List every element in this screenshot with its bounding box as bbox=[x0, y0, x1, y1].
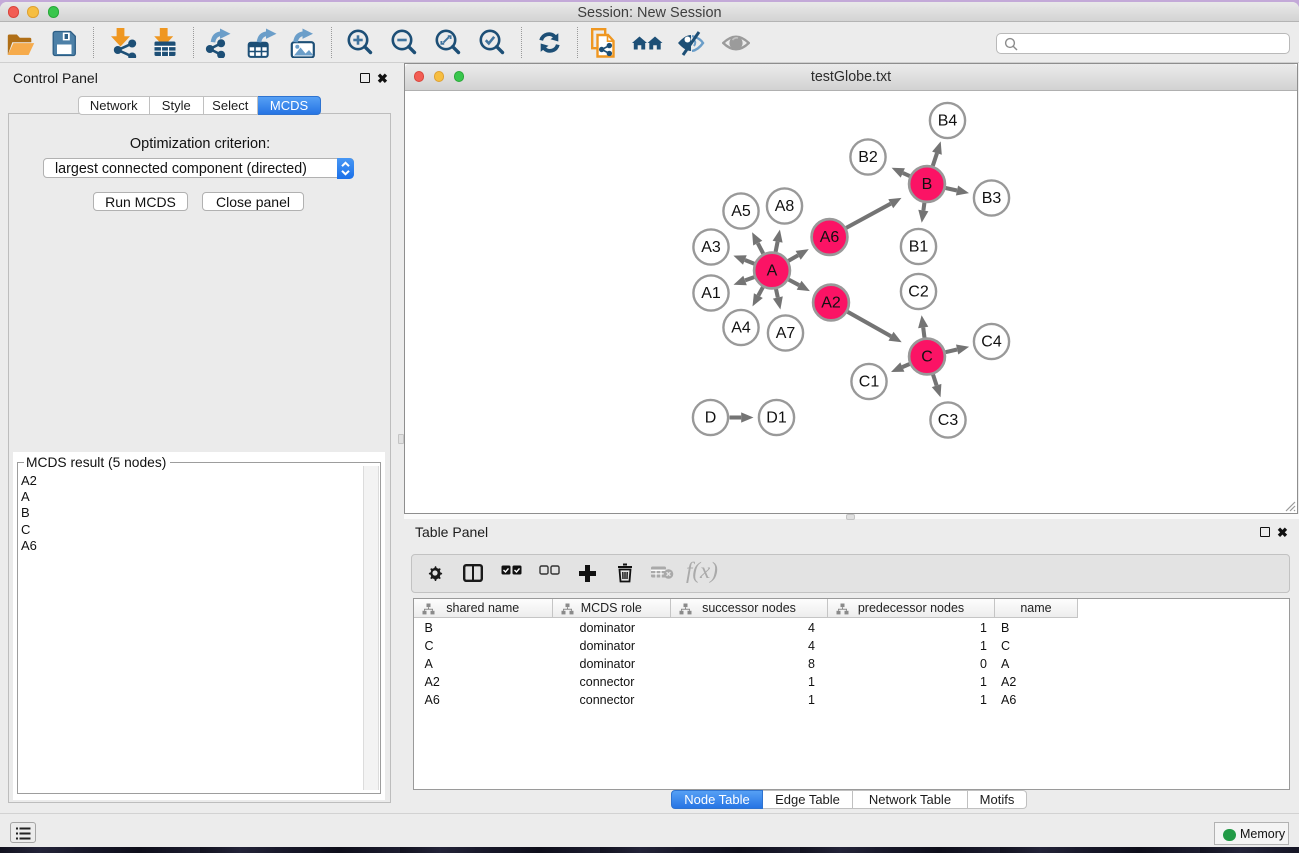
svg-text:B2: B2 bbox=[858, 149, 878, 166]
svg-text:A3: A3 bbox=[701, 239, 721, 256]
svg-text:B3: B3 bbox=[982, 190, 1002, 207]
svg-text:C3: C3 bbox=[938, 412, 959, 429]
svg-text:C: C bbox=[921, 349, 933, 366]
svg-text:B1: B1 bbox=[909, 239, 929, 256]
svg-text:C4: C4 bbox=[981, 334, 1002, 351]
svg-text:A4: A4 bbox=[731, 320, 751, 337]
svg-text:A: A bbox=[767, 263, 778, 280]
svg-text:D1: D1 bbox=[766, 410, 787, 427]
svg-text:A8: A8 bbox=[775, 198, 795, 215]
svg-text:C1: C1 bbox=[859, 374, 880, 391]
svg-text:A5: A5 bbox=[731, 203, 751, 220]
svg-text:B: B bbox=[922, 176, 933, 193]
svg-text:A7: A7 bbox=[776, 325, 796, 342]
svg-text:B4: B4 bbox=[938, 113, 958, 130]
svg-text:C2: C2 bbox=[908, 284, 929, 301]
svg-text:A6: A6 bbox=[820, 229, 840, 246]
svg-text:D: D bbox=[705, 410, 717, 427]
svg-text:A2: A2 bbox=[821, 295, 841, 312]
svg-text:A1: A1 bbox=[701, 285, 721, 302]
